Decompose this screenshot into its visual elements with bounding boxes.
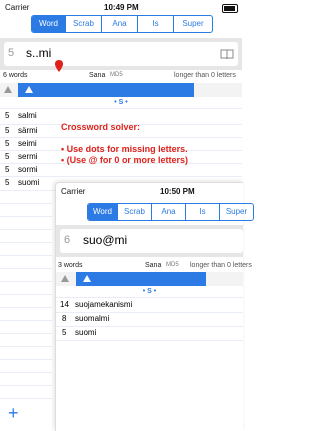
divider xyxy=(56,312,243,313)
divider xyxy=(0,320,52,321)
divider xyxy=(56,340,243,341)
search-box[interactable]: 5 s..mi xyxy=(4,42,238,66)
divider xyxy=(0,294,52,295)
divider xyxy=(56,297,243,298)
word-text: suomi xyxy=(75,328,97,337)
word-count: 6 words xyxy=(3,72,28,79)
mode-segmented-control[interactable]: Word Scrab Ana Is Super xyxy=(87,203,254,221)
md5-label: MD5 xyxy=(110,72,123,78)
length-filter[interactable]: longer than 0 letters xyxy=(190,262,252,269)
status-time: 10:49 PM xyxy=(104,3,139,12)
letter-count: 6 xyxy=(64,234,71,246)
triangle-up-icon xyxy=(4,86,12,93)
search-bar: 6 suo@mi xyxy=(56,225,243,257)
segment-super[interactable]: Super xyxy=(220,204,253,220)
help-title: Crossword solver: xyxy=(61,122,141,132)
segment-scrab[interactable]: Scrab xyxy=(118,204,152,220)
word-text: salmi xyxy=(18,111,37,120)
word-text: sermi xyxy=(18,152,38,161)
triangle-up-white-icon xyxy=(25,86,33,93)
search-bar: 5 s..mi xyxy=(0,38,242,72)
length-filter[interactable]: longer than 0 letters xyxy=(174,72,236,79)
slider-fill xyxy=(18,83,194,97)
search-input[interactable]: suo@mi xyxy=(83,233,127,247)
divider xyxy=(0,385,52,386)
word-text: suomalmi xyxy=(75,314,110,323)
divider xyxy=(0,242,52,243)
info-bar: 6 words Sana MD5 longer than 0 letters xyxy=(0,71,242,81)
word-length: 5 xyxy=(5,165,10,174)
word-length: 14 xyxy=(60,300,69,309)
divider xyxy=(0,216,52,217)
book-icon[interactable] xyxy=(220,49,234,60)
help-line-at: • (Use @ for 0 or more letters) xyxy=(61,155,188,165)
word-length: 8 xyxy=(62,314,67,323)
word-length: 5 xyxy=(5,139,10,148)
word-text: sormi xyxy=(18,165,38,174)
front-screen: Carrier 10:50 PM Word Scrab Ana Is Super… xyxy=(55,182,254,431)
list-item[interactable]: 5 salmi xyxy=(0,111,60,124)
divider xyxy=(0,333,52,334)
section-header: • S • xyxy=(114,99,128,106)
segment-super[interactable]: Super xyxy=(174,16,212,32)
divider xyxy=(0,268,52,269)
status-carrier: Carrier xyxy=(5,3,30,12)
length-slider[interactable] xyxy=(0,83,242,97)
status-carrier: Carrier xyxy=(61,187,86,196)
triangle-up-icon xyxy=(61,275,69,282)
dictionary-name: Sana xyxy=(145,262,162,269)
segment-word[interactable]: Word xyxy=(88,204,118,220)
divider xyxy=(0,108,242,109)
word-length: 5 xyxy=(62,328,67,337)
add-button[interactable]: + xyxy=(8,404,19,422)
divider xyxy=(0,359,52,360)
divider xyxy=(0,398,52,399)
help-line-dots: • Use dots for missing letters. xyxy=(61,144,188,154)
info-bar: 3 words Sana MD5 longer than 0 letters xyxy=(56,261,252,271)
letter-count: 5 xyxy=(8,47,15,59)
divider xyxy=(0,229,52,230)
word-length: 5 xyxy=(5,111,10,120)
divider xyxy=(0,281,52,282)
divider xyxy=(0,176,242,177)
triangle-up-white-icon xyxy=(83,275,91,282)
word-text: seimi xyxy=(18,139,37,148)
divider xyxy=(0,372,52,373)
slider-fill xyxy=(76,272,206,286)
divider xyxy=(0,255,52,256)
segment-scrab[interactable]: Scrab xyxy=(66,16,102,32)
word-count: 3 words xyxy=(58,262,83,269)
battery-icon xyxy=(222,4,238,13)
divider xyxy=(0,346,52,347)
word-text: suomi xyxy=(18,178,40,187)
divider xyxy=(56,326,243,327)
help-box: Crossword solver: • Use dots for missing… xyxy=(61,122,201,166)
word-length: 5 xyxy=(5,152,10,161)
length-slider[interactable] xyxy=(56,272,243,286)
section-header: • S • xyxy=(142,288,157,295)
word-length: 5 xyxy=(5,126,10,135)
md5-label: MD5 xyxy=(166,262,179,268)
divider xyxy=(0,203,52,204)
mode-segmented-control[interactable]: Word Scrab Ana Is Super xyxy=(31,15,213,33)
search-input[interactable]: s..mi xyxy=(26,46,51,60)
dictionary-name: Sana xyxy=(89,72,106,79)
word-text: suojamekanismi xyxy=(75,300,133,309)
segment-is[interactable]: Is xyxy=(186,204,220,220)
divider xyxy=(0,307,52,308)
status-time: 10:50 PM xyxy=(160,187,195,196)
word-text: särmi xyxy=(18,126,38,135)
segment-ana[interactable]: Ana xyxy=(152,204,186,220)
segment-is[interactable]: Is xyxy=(138,16,174,32)
word-length: 5 xyxy=(5,178,10,187)
segment-ana[interactable]: Ana xyxy=(102,16,138,32)
search-box[interactable]: 6 suo@mi xyxy=(60,229,243,253)
segment-word[interactable]: Word xyxy=(32,16,66,32)
